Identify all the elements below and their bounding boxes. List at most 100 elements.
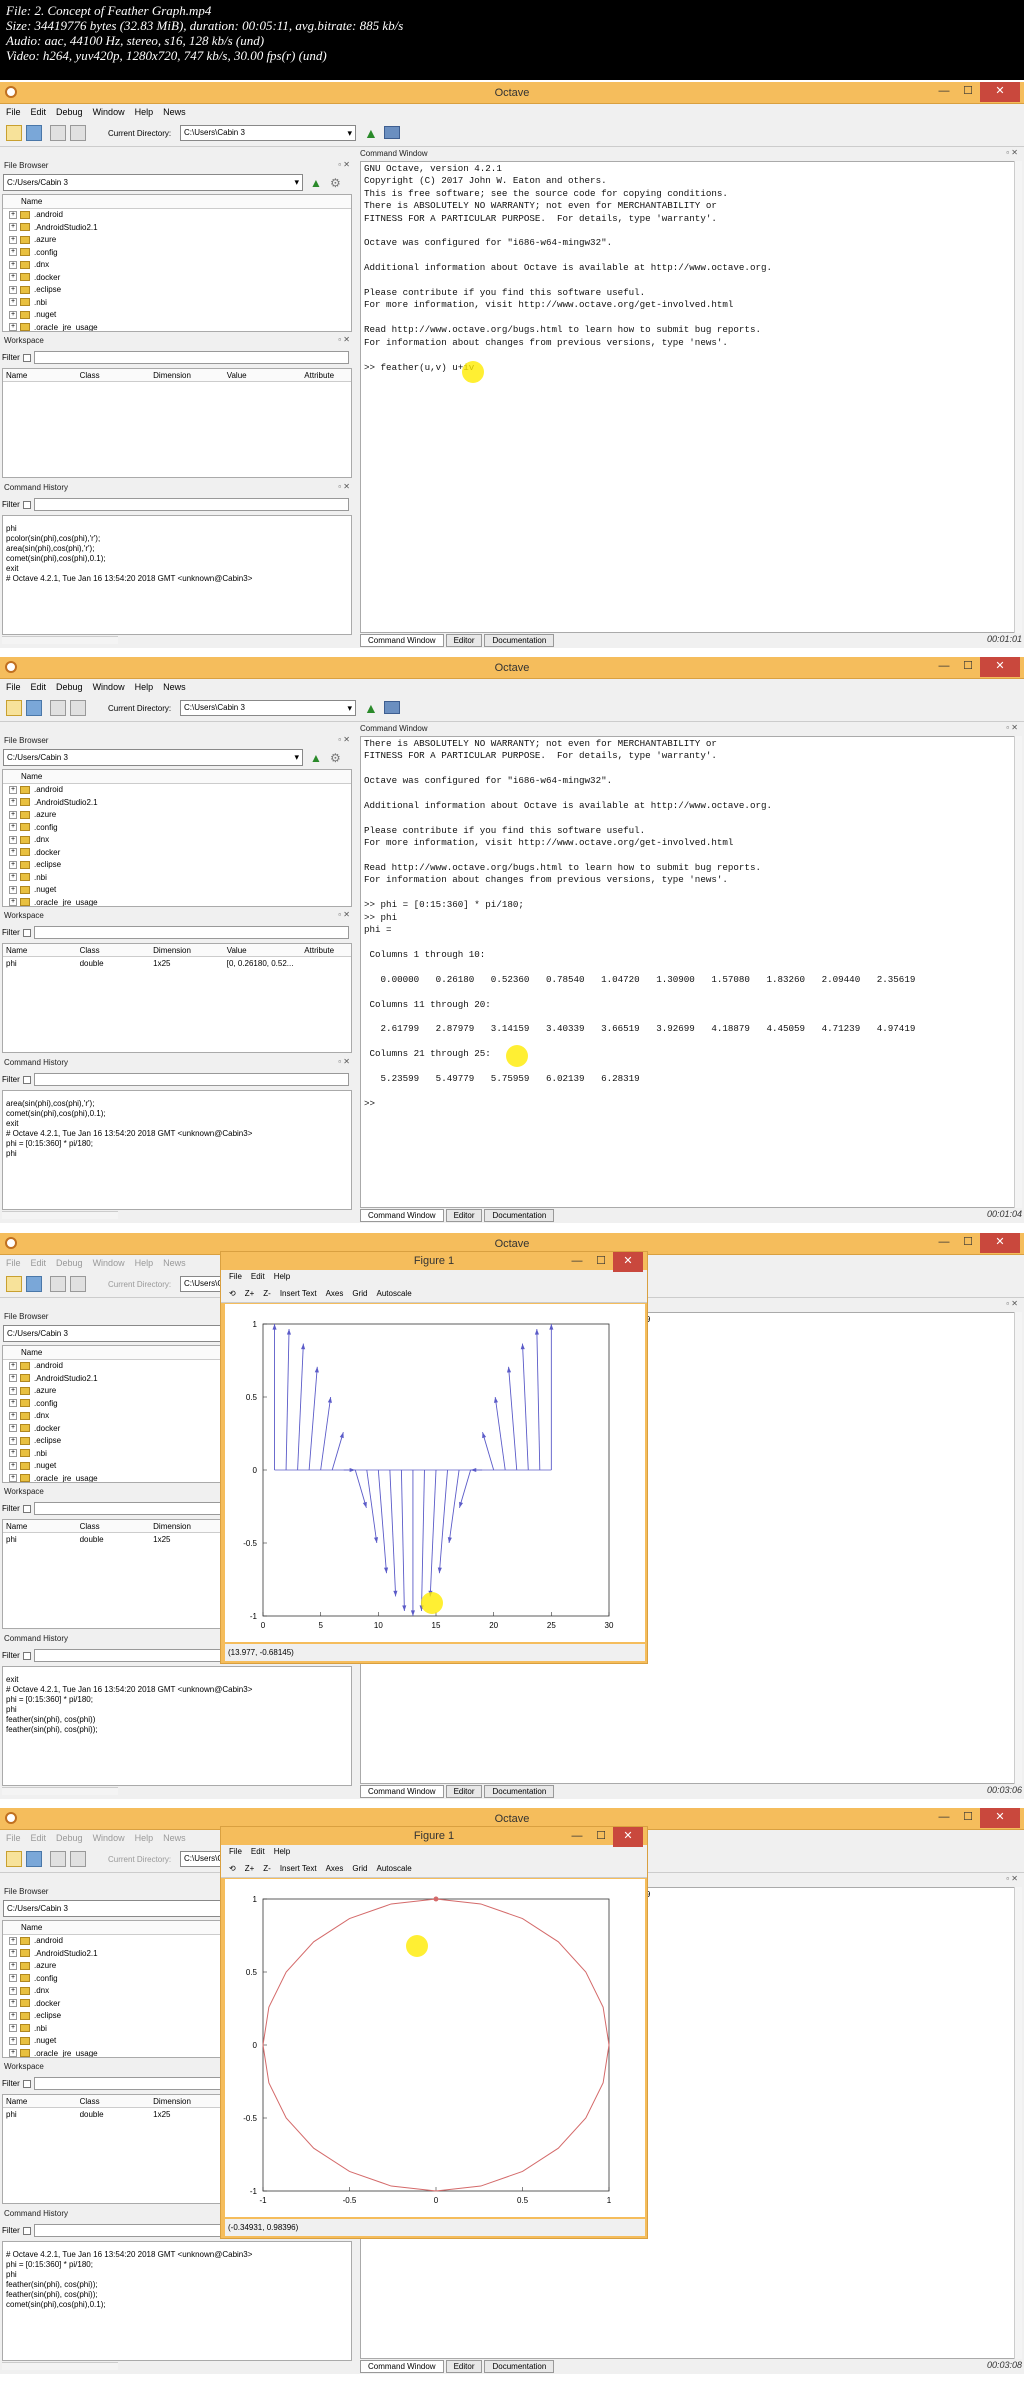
- figure-minimize-button[interactable]: —: [565, 1827, 589, 1847]
- menu-window[interactable]: Window: [93, 1256, 125, 1270]
- figure-tool-grid[interactable]: Grid: [352, 1859, 367, 1877]
- minimize-button[interactable]: —: [932, 657, 956, 677]
- history-scrollbar[interactable]: [2, 1787, 118, 1795]
- history-entry[interactable]: exit: [3, 564, 351, 574]
- settings-gear-icon[interactable]: ⚙: [330, 751, 344, 765]
- parent-directory-icon[interactable]: ▲: [310, 751, 324, 765]
- history-entry[interactable]: comet(sin(phi),cos(phi),0.1);: [3, 1109, 351, 1119]
- figure-tool-z-[interactable]: Z-: [263, 1859, 271, 1877]
- file-list-item[interactable]: + .nuget: [3, 309, 351, 322]
- expand-icon[interactable]: +: [9, 898, 17, 906]
- history-entry[interactable]: feather(sin(phi), cos(phi)): [3, 1715, 351, 1725]
- file-list-item[interactable]: + .nuget: [3, 884, 351, 897]
- figure-close-button[interactable]: ✕: [613, 1827, 643, 1847]
- history-entry[interactable]: comet(sin(phi),cos(phi),0.1);: [3, 554, 351, 564]
- file-list-item[interactable]: + .android: [3, 784, 351, 797]
- panel-controls-icon[interactable]: ▫ ✕: [338, 160, 350, 169]
- copy-icon[interactable]: [50, 125, 66, 141]
- workspace-column-header[interactable]: Value: [224, 369, 302, 381]
- workspace-column-header[interactable]: Class: [77, 2095, 151, 2107]
- current-directory-input[interactable]: C:\Users\Cabin 3: [180, 125, 356, 141]
- expand-icon[interactable]: +: [9, 1999, 17, 2008]
- figure-tool-grid[interactable]: Grid: [352, 1284, 367, 1302]
- workspace-column-header[interactable]: Class: [77, 369, 151, 381]
- menu-debug[interactable]: Debug: [56, 1256, 83, 1270]
- panel-controls-icon[interactable]: ▫ ✕: [338, 735, 350, 744]
- workspace-column-header[interactable]: Dimension: [150, 944, 224, 956]
- workspace-column-header[interactable]: Name: [3, 944, 77, 956]
- minimize-button[interactable]: —: [932, 82, 956, 102]
- expand-icon[interactable]: +: [9, 1436, 17, 1445]
- history-entry[interactable]: pcolor(sin(phi),cos(phi),'r');: [3, 534, 351, 544]
- file-list-item[interactable]: + .nbi: [3, 297, 351, 310]
- menu-help[interactable]: Help: [135, 105, 154, 119]
- tab-command-window[interactable]: Command Window: [360, 634, 444, 647]
- menu-news[interactable]: News: [163, 1831, 186, 1845]
- tab-editor[interactable]: Editor: [445, 1785, 483, 1798]
- expand-icon[interactable]: +: [9, 823, 17, 832]
- expand-icon[interactable]: +: [9, 1361, 17, 1370]
- expand-icon[interactable]: +: [9, 298, 17, 307]
- name-column-header[interactable]: Name: [3, 770, 351, 784]
- filter-checkbox[interactable]: [22, 928, 31, 937]
- browse-folder-icon[interactable]: [384, 126, 400, 139]
- workspace-column-header[interactable]: Dimension: [150, 369, 224, 381]
- expand-icon[interactable]: +: [9, 235, 17, 244]
- filter-checkbox[interactable]: [22, 1075, 31, 1084]
- open-file-icon[interactable]: [26, 700, 42, 716]
- minimize-button[interactable]: —: [932, 1808, 956, 1828]
- name-column-header[interactable]: Name: [3, 195, 351, 209]
- console-scrollbar[interactable]: [1014, 1887, 1022, 2359]
- expand-icon[interactable]: +: [9, 785, 17, 794]
- panel-controls-icon[interactable]: ▫ ✕: [338, 482, 350, 491]
- panel-controls-icon[interactable]: ▫ ✕: [338, 335, 350, 344]
- history-entry[interactable]: phi = [0:15:360] * pi/180;: [3, 2260, 351, 2270]
- browse-folder-icon[interactable]: [384, 701, 400, 714]
- expand-icon[interactable]: +: [9, 2049, 17, 2057]
- workspace-row[interactable]: phi double 1x25 [0, 0.26180, 0.52...: [3, 957, 351, 970]
- file-list-item[interactable]: + .config: [3, 822, 351, 835]
- workspace-column-header[interactable]: Class: [77, 944, 151, 956]
- minimize-button[interactable]: —: [932, 1233, 956, 1253]
- file-list-item[interactable]: + .eclipse: [3, 859, 351, 872]
- filter-checkbox[interactable]: [22, 500, 31, 509]
- workspace-column-header[interactable]: Dimension: [150, 2095, 224, 2107]
- menu-window[interactable]: Window: [93, 1831, 125, 1845]
- history-entry[interactable]: # Octave 4.2.1, Tue Jan 16 13:54:20 2018…: [3, 1685, 351, 1695]
- filter-checkbox[interactable]: [22, 1651, 31, 1660]
- history-entry[interactable]: exit: [3, 1675, 351, 1685]
- history-entry[interactable]: # Octave 4.2.1, Tue Jan 16 13:54:20 2018…: [3, 2250, 351, 2260]
- file-list-item[interactable]: + .eclipse: [3, 284, 351, 297]
- menu-file[interactable]: File: [6, 680, 21, 694]
- figure-tool-autoscale[interactable]: Autoscale: [377, 1859, 412, 1877]
- console-scrollbar[interactable]: [1014, 161, 1022, 633]
- settings-gear-icon[interactable]: ⚙: [330, 176, 344, 190]
- expand-icon[interactable]: +: [9, 2011, 17, 2020]
- file-list-item[interactable]: + .dnx: [3, 834, 351, 847]
- tab-editor[interactable]: Editor: [445, 634, 483, 647]
- menu-news[interactable]: News: [163, 1256, 186, 1270]
- tab-documentation[interactable]: Documentation: [484, 634, 555, 647]
- expand-icon[interactable]: +: [9, 873, 17, 882]
- expand-icon[interactable]: +: [9, 798, 17, 807]
- menu-edit[interactable]: Edit: [31, 1831, 47, 1845]
- tab-editor[interactable]: Editor: [445, 2360, 483, 2373]
- workspace-column-header[interactable]: Attribute: [301, 369, 351, 381]
- filter-checkbox[interactable]: [22, 1504, 31, 1513]
- panel-controls-icon[interactable]: ▫ ✕: [1006, 723, 1018, 732]
- history-entry[interactable]: phi: [3, 1705, 351, 1715]
- workspace-column-header[interactable]: Class: [77, 1520, 151, 1532]
- maximize-button[interactable]: ☐: [956, 1808, 980, 1828]
- expand-icon[interactable]: +: [9, 1449, 17, 1458]
- rotate-icon[interactable]: ⟲: [229, 1859, 236, 1877]
- figure-tool-z-[interactable]: Z-: [263, 1284, 271, 1302]
- panel-controls-icon[interactable]: ▫ ✕: [338, 910, 350, 919]
- plot-area[interactable]: 0 5 10 15 20 25 30 1 0.5 0 -0.5 -1: [225, 1304, 645, 1642]
- filter-input[interactable]: [33, 1073, 349, 1086]
- close-button[interactable]: ✕: [980, 1233, 1020, 1253]
- expand-icon[interactable]: +: [9, 1936, 17, 1945]
- expand-icon[interactable]: +: [9, 2036, 17, 2045]
- figure-minimize-button[interactable]: —: [565, 1252, 589, 1272]
- filter-checkbox[interactable]: [22, 353, 31, 362]
- history-entry[interactable]: phi = [0:15:360] * pi/180;: [3, 1139, 351, 1149]
